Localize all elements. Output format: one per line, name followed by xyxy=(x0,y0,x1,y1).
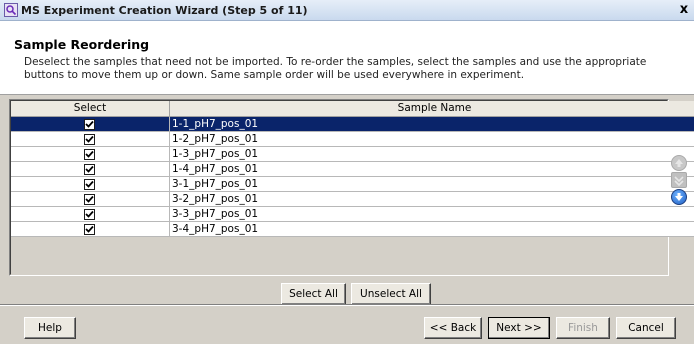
footer-separator xyxy=(0,304,694,306)
select-cell xyxy=(11,177,170,191)
sample-name-cell[interactable]: 3-3_pH7_pos_01 xyxy=(170,207,694,221)
sample-name-cell[interactable]: 1-3_pH7_pos_01 xyxy=(170,147,694,161)
title-bar: MS Experiment Creation Wizard (Step 5 of… xyxy=(0,0,694,21)
select-cell xyxy=(11,147,170,161)
finish-button[interactable]: Finish xyxy=(556,317,610,339)
select-cell xyxy=(11,207,170,221)
select-checkbox[interactable] xyxy=(84,119,95,130)
table-row[interactable]: 1-1_pH7_pos_01 xyxy=(11,117,694,132)
select-checkbox[interactable] xyxy=(84,209,95,220)
back-button[interactable]: << Back xyxy=(424,317,482,339)
next-button[interactable]: Next >> xyxy=(488,317,550,339)
grid-header: Select Sample Name xyxy=(11,101,694,117)
move-top-icon[interactable] xyxy=(671,172,687,188)
sample-grid: Select Sample Name 1-1_pH7_pos_01 1-2_pH7… xyxy=(9,99,694,276)
sample-name-cell[interactable]: 1-4_pH7_pos_01 xyxy=(170,162,694,176)
help-button[interactable]: Help xyxy=(24,317,76,339)
cancel-button[interactable]: Cancel xyxy=(616,317,676,339)
table-row[interactable]: 3-3_pH7_pos_01 xyxy=(11,207,694,222)
page-title: Sample Reordering xyxy=(14,37,150,52)
select-cell xyxy=(11,117,170,131)
sample-name-cell[interactable]: 3-4_pH7_pos_01 xyxy=(170,222,694,236)
reorder-buttons xyxy=(671,155,689,206)
select-all-button[interactable]: Select All xyxy=(281,283,346,305)
move-down-icon[interactable] xyxy=(671,189,687,205)
table-row[interactable]: 1-2_pH7_pos_01 xyxy=(11,132,694,147)
table-row[interactable]: 1-3_pH7_pos_01 xyxy=(11,147,694,162)
table-row[interactable]: 1-4_pH7_pos_01 xyxy=(11,162,694,177)
select-cell xyxy=(11,162,170,176)
wizard-header: Sample Reordering Deselect the samples t… xyxy=(0,21,694,95)
select-checkbox[interactable] xyxy=(84,179,95,190)
select-cell xyxy=(11,132,170,146)
window-title: MS Experiment Creation Wizard (Step 5 of… xyxy=(21,4,308,17)
move-up-icon[interactable] xyxy=(671,155,687,171)
select-checkbox[interactable] xyxy=(84,194,95,205)
unselect-all-button[interactable]: Unselect All xyxy=(351,283,431,305)
app-icon xyxy=(4,3,18,17)
select-cell xyxy=(11,222,170,236)
select-checkbox[interactable] xyxy=(84,164,95,175)
select-checkbox[interactable] xyxy=(84,224,95,235)
column-header-sample-name[interactable]: Sample Name xyxy=(170,101,694,117)
column-header-select[interactable]: Select xyxy=(11,101,170,117)
select-checkbox[interactable] xyxy=(84,134,95,145)
sample-name-cell[interactable]: 3-2_pH7_pos_01 xyxy=(170,192,694,206)
grid-rows: 1-1_pH7_pos_01 1-2_pH7_pos_01 1-3_pH7_pos_… xyxy=(11,117,694,237)
table-row[interactable]: 3-2_pH7_pos_01 xyxy=(11,192,694,207)
close-icon[interactable]: x xyxy=(677,3,691,17)
select-checkbox[interactable] xyxy=(84,149,95,160)
sample-name-cell[interactable]: 3-1_pH7_pos_01 xyxy=(170,177,694,191)
table-row[interactable]: 3-1_pH7_pos_01 xyxy=(11,177,694,192)
page-description: Deselect the samples that need not be im… xyxy=(24,56,647,81)
select-cell xyxy=(11,192,170,206)
table-row[interactable]: 3-4_pH7_pos_01 xyxy=(11,222,694,237)
sample-name-cell[interactable]: 1-2_pH7_pos_01 xyxy=(170,132,694,146)
sample-name-cell[interactable]: 1-1_pH7_pos_01 xyxy=(170,117,694,131)
